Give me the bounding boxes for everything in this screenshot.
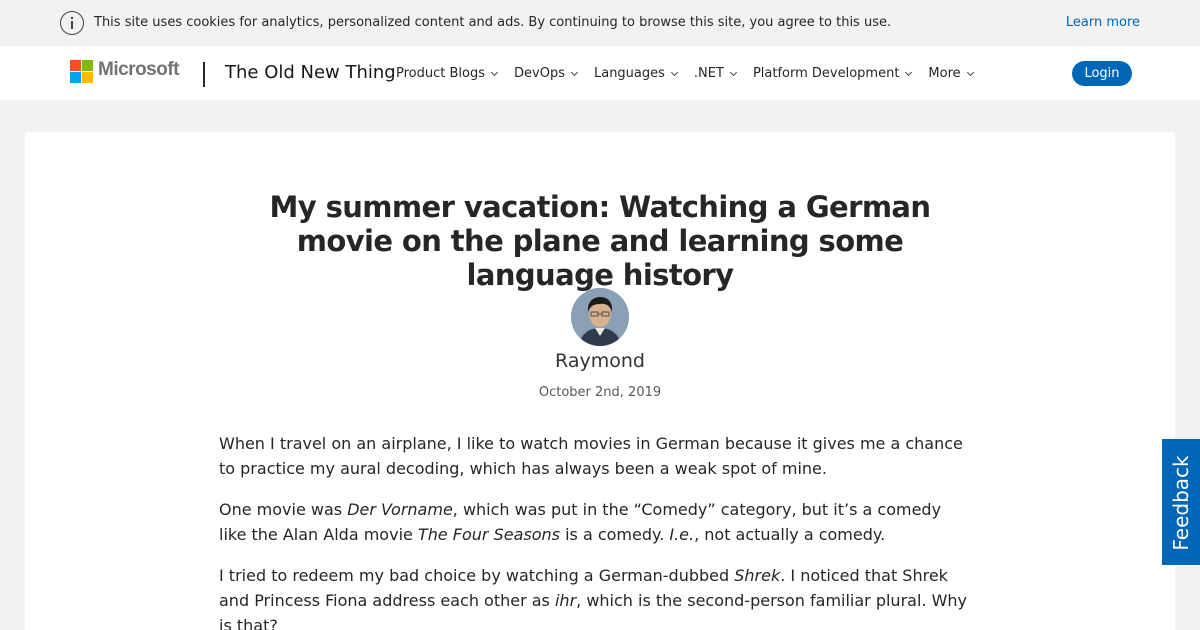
chevron-down-icon bbox=[490, 68, 499, 76]
nav-platform-development[interactable]: Platform Development bbox=[753, 66, 913, 81]
cookie-banner: This site uses cookies for analytics, pe… bbox=[0, 0, 1200, 46]
nav-languages[interactable]: Languages bbox=[594, 66, 678, 81]
post-title: My summer vacation: Watching a German mo… bbox=[269, 190, 932, 292]
microsoft-wordmark[interactable]: Microsoft bbox=[98, 59, 180, 81]
chevron-down-icon bbox=[729, 68, 737, 76]
site-header: Microsoft The Old New Thing Product Blog… bbox=[0, 46, 1200, 100]
movie-title: Der Vorname bbox=[347, 500, 453, 519]
microsoft-logo-icon[interactable] bbox=[70, 60, 93, 83]
movie-title: The Four Seasons bbox=[417, 525, 560, 544]
author-avatar[interactable] bbox=[571, 288, 629, 346]
info-icon bbox=[60, 11, 84, 35]
paragraph: One movie was Der Vorname, which was put… bbox=[219, 500, 942, 544]
paragraph: I tried to redeem my bad choice by watch… bbox=[219, 566, 967, 630]
author-name[interactable]: Raymond bbox=[500, 350, 700, 372]
nav-product-blogs[interactable]: Product Blogs bbox=[396, 66, 499, 81]
learn-more-link[interactable]: Learn more bbox=[1066, 15, 1140, 30]
chevron-down-icon bbox=[905, 68, 913, 76]
post-card: My summer vacation: Watching a German mo… bbox=[25, 132, 1175, 630]
site-title[interactable]: The Old New Thing bbox=[225, 62, 396, 83]
nav-dotnet[interactable]: .NET bbox=[694, 66, 737, 81]
cookie-text: This site uses cookies for analytics, pe… bbox=[94, 15, 892, 30]
feedback-label: Feedback bbox=[1169, 455, 1193, 551]
post-date: October 2nd, 2019 bbox=[538, 385, 662, 400]
post-body: When I travel on an airplane, I like to … bbox=[219, 431, 969, 630]
header-divider bbox=[203, 62, 205, 87]
login-button[interactable]: Login bbox=[1072, 61, 1132, 86]
movie-title: Shrek bbox=[734, 566, 781, 585]
chevron-down-icon bbox=[966, 68, 974, 76]
nav-devops[interactable]: DevOps bbox=[514, 66, 579, 81]
paragraph: When I travel on an airplane, I like to … bbox=[219, 434, 963, 478]
nav-more[interactable]: More bbox=[928, 66, 974, 81]
feedback-tab[interactable]: Feedback bbox=[1161, 438, 1200, 566]
main-nav: Product Blogs DevOps Languages .NET Plat… bbox=[396, 66, 990, 81]
chevron-down-icon bbox=[670, 68, 678, 76]
chevron-down-icon bbox=[570, 68, 579, 76]
